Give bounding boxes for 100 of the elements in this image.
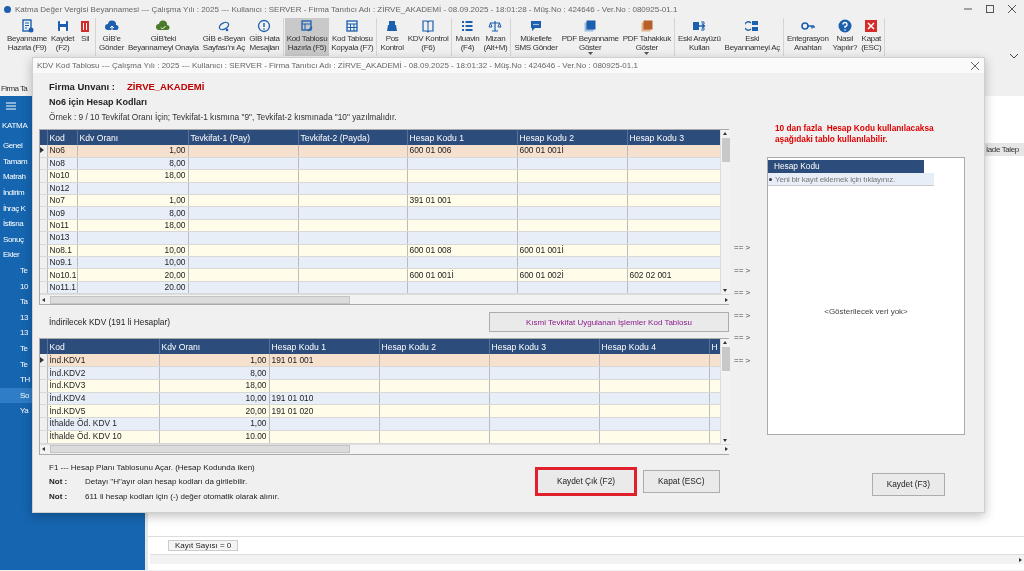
toolbar-button[interactable]: Mizan (Alt+M) — [481, 18, 510, 56]
sidebar-item[interactable]: Matrah — [0, 169, 32, 185]
column-header[interactable]: Kod — [47, 130, 77, 145]
table-row[interactable]: No12 — [40, 182, 720, 195]
scrollbar[interactable] — [150, 554, 1024, 564]
scrollbar[interactable] — [40, 294, 730, 305]
column-header[interactable]: Hesap Kodu 1 — [407, 130, 517, 145]
new-row[interactable]: Yeni bir kayıt eklemek için tıklayınız. — [768, 173, 934, 186]
sidebar-item[interactable]: So — [0, 387, 32, 404]
row-header[interactable] — [40, 145, 47, 158]
close-icon[interactable] — [1008, 5, 1016, 13]
scroll-thumb[interactable] — [721, 138, 730, 162]
chevron-icon[interactable] — [1010, 54, 1018, 59]
sidebar-item[interactable]: 10 — [0, 278, 32, 294]
table-row[interactable]: No7 1,00 391 01 001 — [40, 194, 720, 207]
column-header[interactable]: Hesap Kodu 3 — [489, 339, 599, 355]
toolbar-button[interactable]: GİB Hata Mesajları — [247, 18, 282, 56]
table-row[interactable]: İnd.KDV2 8,00 — [40, 366, 720, 380]
toolbar-button[interactable]: Kapat (ESC) — [859, 18, 884, 56]
toolbar-button[interactable]: PDF Beyanname Göster — [559, 18, 621, 56]
sidebar-item[interactable]: Genel — [0, 138, 32, 154]
column-header[interactable]: Hesap Kodu 2 — [517, 130, 627, 145]
highlighted-button[interactable]: Kaydet Çık (F2) — [535, 466, 637, 496]
sidebar-item[interactable]: 13 — [0, 325, 32, 341]
table-row[interactable]: İthalde Öd. KDV 10 10.00 — [40, 430, 720, 443]
toolbar-button[interactable]: Eski Arayüzü Kullan — [675, 18, 723, 56]
column-header[interactable]: Kod — [47, 339, 159, 355]
sidebar-item[interactable]: Ta — [0, 293, 32, 310]
column-header[interactable]: Hesap Kodu 2 — [379, 339, 489, 355]
toolbar-button[interactable]: Sil — [76, 18, 95, 56]
table-row[interactable]: No6 1,00 600 01 006 600 01 001İ — [40, 145, 720, 158]
cloud-upload-icon — [104, 19, 119, 33]
scroll-thumb[interactable] — [721, 347, 730, 372]
close-icon[interactable] — [971, 61, 979, 70]
sidebar-item[interactable]: 13 — [0, 309, 32, 326]
column-header[interactable]: Kdv Oranı — [159, 339, 269, 355]
scroll-thumb[interactable] — [50, 295, 350, 304]
column-header[interactable]: Kdv Oranı — [77, 130, 188, 145]
table-row[interactable]: İnd.KDV4 10,00 191 01 010 — [40, 392, 720, 405]
menu-icon[interactable] — [6, 102, 16, 110]
row-header[interactable] — [40, 354, 47, 367]
toolbar-button[interactable]: KDV Kontrol (F6) — [405, 18, 451, 56]
scrollbar[interactable] — [40, 443, 730, 454]
table-row[interactable]: No8.1 10,00 600 01 008 600 01 001İ — [40, 244, 720, 257]
toolbar-button[interactable]: Kod Tablosu Hazırla (F5) — [284, 18, 330, 56]
table-row[interactable]: İthalde Öd. KDV 1 1,00 — [40, 417, 720, 431]
toolbar-button[interactable]: Kod Tablosu Kopyala (F7) — [329, 18, 376, 56]
toolbar-button[interactable]: Pos Kontrol — [378, 18, 406, 56]
toolbar-button[interactable]: GİB e-Beyan Sayfası'nı Aç — [200, 18, 248, 56]
table-row[interactable]: No11.1 20.00 — [40, 281, 720, 294]
sidebar-item[interactable]: TH — [0, 371, 32, 388]
dialog-button[interactable]: Kapat (ESC) — [643, 469, 720, 493]
column-header[interactable]: Tevkifat-1 (Pay) — [188, 130, 298, 145]
table-row[interactable]: No8 8,00 — [40, 157, 720, 170]
toolbar-button[interactable]: Beyanname Hazırla (F9) — [5, 18, 49, 56]
table-row[interactable]: İnd.KDV5 20,00 191 01 020 — [40, 404, 720, 418]
table-row[interactable]: No11 18,00 — [40, 219, 720, 232]
sidebar-item[interactable]: Te — [0, 340, 32, 357]
column-header[interactable]: Hesap Kodu 3 — [627, 130, 720, 145]
scroll-thumb[interactable] — [50, 445, 350, 453]
toolbar-button[interactable]: GİB'e Gönder — [97, 18, 126, 56]
column-header[interactable]: Hesap Kodu 1 — [269, 339, 379, 355]
sidebar-item[interactable]: Ekler — [0, 247, 32, 263]
code-table-button[interactable]: Kısmi Tevkifat Uygulanan İşlemler Kod Tablosu — [489, 312, 729, 333]
minimize-icon[interactable] — [964, 5, 972, 13]
save-button[interactable]: Kaydet (F3) — [871, 472, 945, 496]
scrollbar[interactable] — [720, 130, 730, 295]
sidebar-item[interactable]: Te — [0, 356, 32, 372]
sidebar-item[interactable]: İndirim — [0, 184, 32, 201]
table-row[interactable]: No10 18,00 — [40, 169, 720, 183]
column-header[interactable]: Hesap Kodu 4 — [599, 339, 709, 355]
table-row[interactable]: No10.1 20,00 600 01 001İ 600 01 002İ 602 02 001 — [40, 268, 720, 282]
scroll-left-icon[interactable] — [40, 295, 48, 304]
scroll-left-icon[interactable] — [40, 445, 48, 453]
sidebar-item[interactable]: Tamam — [0, 153, 32, 170]
toolbar-button[interactable]: Muavin (F4) — [453, 18, 482, 56]
scroll-right-icon[interactable] — [722, 295, 730, 304]
table-row[interactable]: No13 — [40, 231, 720, 245]
sidebar-item[interactable]: İhraç K — [0, 200, 32, 216]
toolbar-button[interactable]: Entegrasyon Anahtarı — [785, 18, 831, 56]
toolbar-button[interactable]: Mükellefe SMS Gönder — [512, 18, 560, 56]
scrollbar[interactable] — [720, 339, 730, 444]
toolbar-button[interactable]: Kaydet (F2) — [49, 18, 77, 56]
column-header[interactable]: Hesap Kodu — [768, 160, 924, 173]
toolbar-button[interactable]: Eski Beyannameyi Aç — [722, 18, 782, 56]
table-row[interactable]: İnd.KDV3 18,00 — [40, 379, 720, 393]
table-row[interactable]: No9.1 10,00 — [40, 256, 720, 269]
maximize-icon[interactable] — [986, 5, 994, 13]
toolbar-button[interactable]: GİB'teki Beyannameyi Onayla — [126, 18, 201, 56]
table-row[interactable]: No9 8,00 — [40, 206, 720, 220]
scroll-right-icon[interactable] — [1016, 555, 1024, 564]
sidebar-item[interactable]: Te — [0, 262, 32, 279]
sidebar-item[interactable]: Ya — [0, 403, 32, 419]
toolbar-button[interactable]: PDF Tahakkuk Göster — [620, 18, 673, 56]
table-row[interactable]: İnd.KDV1 1,00 191 01 001 — [40, 354, 720, 367]
table-cell — [709, 404, 720, 418]
column-header[interactable]: Tevkifat-2 (Payda) — [298, 130, 407, 145]
sidebar-item[interactable]: İstisna — [0, 215, 32, 232]
toolbar-button[interactable]: Nasıl Yapılır? — [830, 18, 860, 56]
sidebar-item[interactable]: Sonuç — [0, 231, 32, 248]
